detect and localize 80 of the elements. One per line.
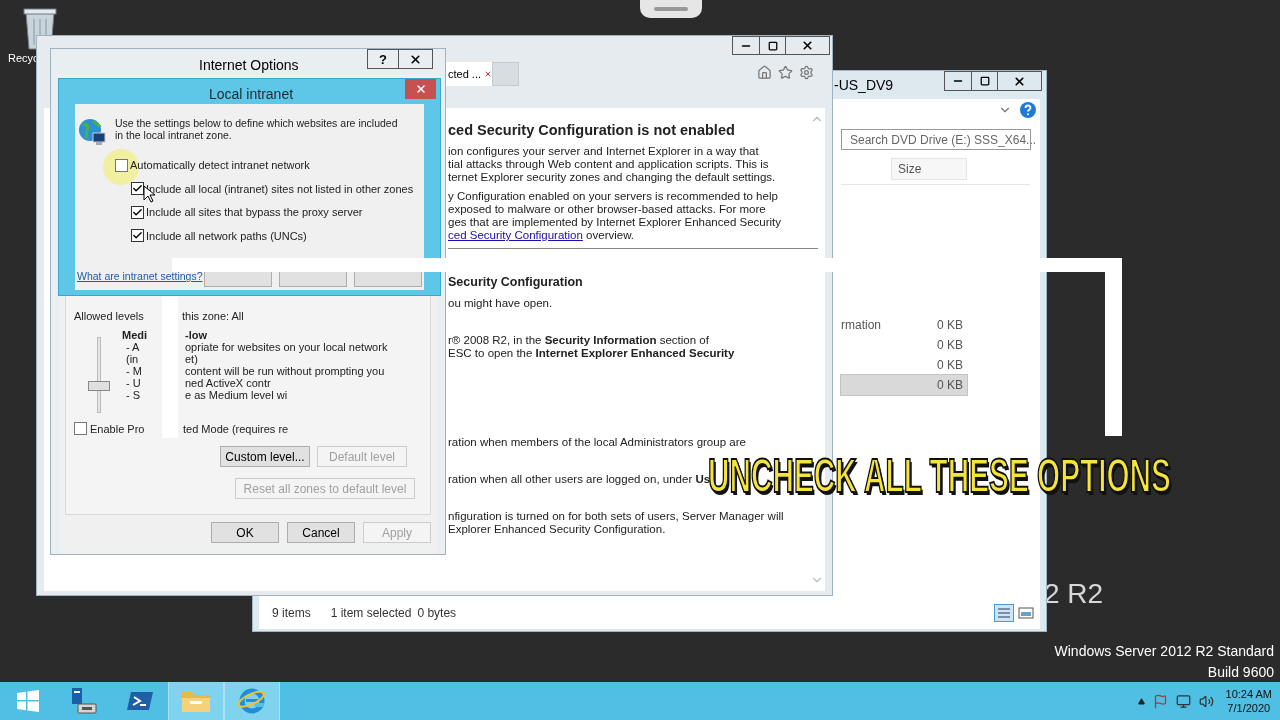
checkbox[interactable] (74, 422, 87, 436)
level-detail: et) (185, 352, 198, 365)
level-detail: - S (125, 388, 142, 401)
level-name: Medi (121, 328, 149, 341)
paragraph: y Configuration enabled on your servers is recommended to help exposed to malware or other browser-based attacks. For more ges that are implemented by Internet Explorer Enhanced Security ced Security Configuration overview. (448, 190, 783, 242)
level-name: -low (185, 328, 207, 341)
help-icon[interactable] (1020, 102, 1036, 118)
close-tab-icon[interactable] (484, 69, 492, 79)
network-icon[interactable] (1175, 693, 1191, 709)
file-size: 0 KB (937, 337, 964, 354)
selection-info: 1 item selected (330, 605, 412, 622)
paragraph: ou might have open. (448, 297, 554, 310)
edition-label: Windows Server 2012 R2 Standard (1054, 642, 1274, 661)
terminal-icon (126, 689, 154, 713)
checkbox-label: ted Mode (requires re (183, 421, 289, 437)
close-icon (1013, 74, 1026, 88)
checkbox[interactable] (131, 205, 144, 219)
dialog-button[interactable]: Cancel (287, 522, 355, 543)
close-icon (801, 39, 814, 52)
settings-icon[interactable] (799, 64, 814, 80)
checkbox-label[interactable]: Include all network paths (UNCs) (146, 227, 307, 244)
close-icon (414, 83, 427, 95)
paragraph: ration when members of the local Administrators group are (448, 436, 747, 449)
level-detail: opriate for websites on your local network (185, 340, 388, 353)
file-name: rmation (841, 317, 882, 334)
favorites-icon[interactable] (778, 64, 793, 80)
description: Use the settings below to define which websites are included in the local intranet zone. (115, 117, 399, 143)
level-detail: - A (125, 340, 141, 353)
thumbnail-view-icon[interactable] (1016, 604, 1036, 622)
level-detail: - M (125, 364, 143, 377)
level-detail: - U (125, 376, 142, 389)
file-size: 0 KB (937, 377, 964, 394)
maximize-icon (979, 76, 990, 86)
build-label: Build 9600 (1207, 663, 1274, 682)
level-detail: ned ActiveX contr (185, 376, 271, 389)
zone-info: Allowed levels (74, 309, 145, 324)
details-view-icon[interactable] (994, 604, 1014, 622)
volume-icon[interactable] (1198, 693, 1214, 709)
clock-date[interactable]: 7/1/2020 (1227, 701, 1271, 715)
windows-logo-icon (16, 689, 40, 713)
level-detail: e as Medium level wi (185, 388, 288, 401)
show-hidden-icons[interactable] (1137, 697, 1145, 705)
section-heading: ced Security Configuration is not enabled (448, 121, 736, 139)
checkbox-label: Enable Pro (89, 421, 143, 437)
checkbox-label[interactable]: Include all sites that bypass the proxy server (146, 204, 363, 221)
link[interactable]: ced Security Configuration (448, 229, 583, 241)
checkbox[interactable] (131, 229, 144, 243)
server-icon (69, 686, 99, 716)
selection-size: 0 bytes (417, 605, 457, 622)
file-row[interactable]: 0 KB (841, 375, 967, 395)
file-size: 0 KB (937, 317, 964, 334)
close-icon (409, 52, 422, 66)
maximize-icon (767, 40, 778, 51)
checkbox-label[interactable]: Automatically detect intranet network (130, 157, 310, 174)
action-center-icon[interactable] (1152, 693, 1168, 709)
section-heading: Security Configuration (448, 274, 584, 291)
paragraph: nfiguration is turned on for both sets of users, Server Manager will Explorer Enhanced Security Configuration. (448, 510, 785, 536)
dialog-button[interactable]: OK (211, 522, 279, 543)
dialog-button[interactable]: Custom level... (220, 446, 310, 467)
checkbox[interactable] (115, 158, 128, 172)
toolbar-handle[interactable] (640, 0, 702, 18)
globe-icon (77, 117, 107, 147)
window-title: Local intranet (209, 85, 294, 104)
item-count: 9 items (272, 605, 311, 622)
window-title: -US_DV9 (834, 75, 894, 95)
level-detail: content will be run without prompting you (185, 364, 385, 377)
home-icon[interactable] (757, 64, 772, 80)
clock-time[interactable]: 10:24 AM (1225, 687, 1272, 701)
zone-info: this zone: All (182, 309, 244, 324)
window-title: Internet Options (199, 56, 299, 75)
taskbar-button[interactable] (224, 682, 280, 720)
slider-thumb[interactable] (88, 380, 110, 391)
file-size: 0 KB (937, 357, 964, 374)
level-detail: (in (125, 352, 140, 365)
browser-tab[interactable]: cted ... (446, 62, 492, 86)
paragraph: ion configures your server and Internet Explorer in a way that tial attacks through Web content and application scripts. This is ternet Explorer security zones and changing the default settings. (448, 145, 777, 184)
help-link[interactable]: What are intranet settings? (77, 269, 203, 285)
column-header[interactable]: Size (891, 158, 967, 180)
browser-e-icon (237, 686, 267, 716)
paragraph: r® 2008 R2, in the Security Information section of ESC to open the Internet Explorer Enhanced Security (448, 334, 736, 360)
